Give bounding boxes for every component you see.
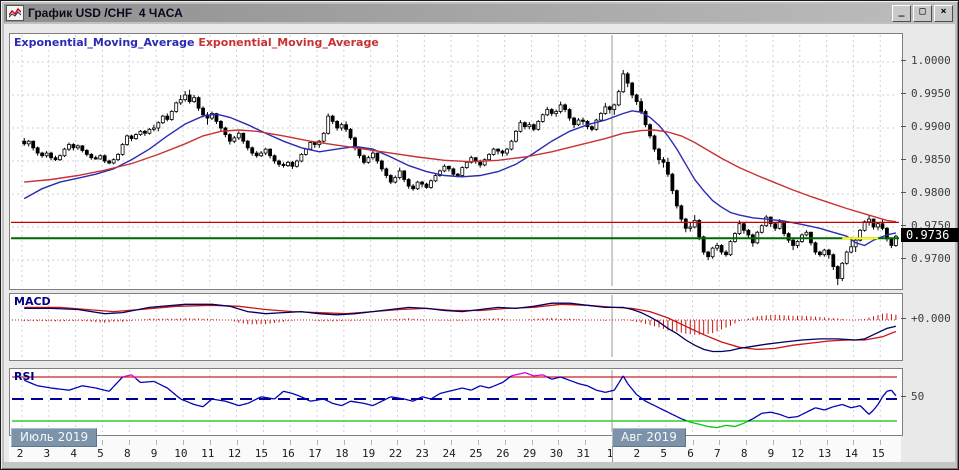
macd-axis-tick bbox=[901, 318, 906, 319]
date-axis-tick bbox=[290, 440, 291, 445]
chart-app-icon bbox=[6, 5, 24, 21]
date-label: 1 bbox=[599, 447, 621, 460]
date-axis-tick bbox=[344, 440, 345, 445]
date-label: 29 bbox=[519, 447, 541, 460]
rsi-chart bbox=[10, 369, 900, 433]
date-axis-tick bbox=[424, 440, 425, 445]
date-label: 14 bbox=[840, 447, 862, 460]
date-label: 3 bbox=[36, 447, 58, 460]
date-axis-tick bbox=[183, 440, 184, 445]
price-tick-label: 0.9850 bbox=[901, 153, 951, 166]
date-axis-tick bbox=[129, 440, 130, 445]
price-tick-label: 0.9700 bbox=[901, 252, 951, 265]
date-label: 15 bbox=[867, 447, 889, 460]
date-axis-tick bbox=[585, 440, 586, 445]
bottom-frame-band bbox=[4, 462, 955, 468]
close-button[interactable]: × bbox=[934, 5, 953, 22]
date-label: 26 bbox=[492, 447, 514, 460]
date-label: 12 bbox=[787, 447, 809, 460]
date-label: 7 bbox=[706, 447, 728, 460]
rsi-axis-value: 50 bbox=[901, 390, 924, 403]
price-tick-label: 0.9950 bbox=[901, 87, 951, 100]
date-axis-tick bbox=[451, 440, 452, 445]
date-axis-tick bbox=[853, 440, 854, 445]
date-label: 9 bbox=[143, 447, 165, 460]
date-axis-tick bbox=[210, 440, 211, 445]
date-label: 6 bbox=[680, 447, 702, 460]
maximize-button[interactable]: □ bbox=[913, 5, 932, 22]
current-price-tag: 0.9736 bbox=[901, 228, 959, 242]
rsi-panel[interactable]: RSI bbox=[9, 368, 903, 436]
date-label: 17 bbox=[304, 447, 326, 460]
minimize-button[interactable]: _ bbox=[892, 5, 911, 22]
date-label: 16 bbox=[277, 447, 299, 460]
date-axis-tick bbox=[371, 440, 372, 445]
date-axis-tick bbox=[719, 440, 720, 445]
macd-chart bbox=[10, 294, 900, 358]
date-axis-tick bbox=[263, 440, 264, 445]
rsi-title: RSI bbox=[14, 370, 35, 383]
date-label: 22 bbox=[384, 447, 406, 460]
date-axis-tick bbox=[102, 440, 103, 445]
date-label: 2 bbox=[9, 447, 31, 460]
date-label: 12 bbox=[224, 447, 246, 460]
price-tick-label: 1.0000 bbox=[901, 54, 951, 67]
date-label: 24 bbox=[438, 447, 460, 460]
macd-title: MACD bbox=[14, 295, 51, 308]
candlestick-chart bbox=[10, 34, 900, 287]
chart-content: Exponential_Moving_Average Exponential_M… bbox=[4, 24, 955, 466]
indicator-legend: Exponential_Moving_Average Exponential_M… bbox=[14, 36, 379, 49]
date-axis-tick bbox=[746, 440, 747, 445]
month-badge-august: Авг 2019 bbox=[612, 428, 686, 447]
date-label: 5 bbox=[653, 447, 675, 460]
date-label: 8 bbox=[733, 447, 755, 460]
price-tick-label: 0.9900 bbox=[901, 120, 951, 133]
date-axis-tick bbox=[156, 440, 157, 445]
date-label: 25 bbox=[465, 447, 487, 460]
date-axis-tick bbox=[397, 440, 398, 445]
window-titlebar[interactable]: График USD /CHF 4 ЧАСА _ □ × bbox=[4, 4, 955, 22]
price-axis: 1.00000.99500.99000.98500.98000.97500.97… bbox=[901, 24, 957, 324]
window-title: График USD /CHF 4 ЧАСА bbox=[28, 6, 890, 20]
macd-panel[interactable]: MACD bbox=[9, 293, 903, 361]
date-label: 30 bbox=[545, 447, 567, 460]
date-axis-tick bbox=[237, 440, 238, 445]
month-badge-july: Июль 2019 bbox=[11, 428, 97, 447]
ema-slow-legend: Exponential_Moving_Average bbox=[198, 36, 378, 49]
macd-axis-value: +0.000 bbox=[901, 312, 951, 325]
date-label: 10 bbox=[170, 447, 192, 460]
date-label: 4 bbox=[63, 447, 85, 460]
date-label: 8 bbox=[116, 447, 138, 460]
date-axis-tick bbox=[478, 440, 479, 445]
chart-window: График USD /CHF 4 ЧАСА _ □ × Exponential… bbox=[0, 0, 959, 470]
date-label: 2 bbox=[626, 447, 648, 460]
ema-fast-legend: Exponential_Moving_Average bbox=[14, 36, 194, 49]
date-axis-tick bbox=[800, 440, 801, 445]
date-axis-tick bbox=[505, 440, 506, 445]
date-label: 5 bbox=[89, 447, 111, 460]
date-axis-tick bbox=[827, 440, 828, 445]
date-label: 11 bbox=[197, 447, 219, 460]
date-axis-tick bbox=[317, 440, 318, 445]
date-label: 15 bbox=[250, 447, 272, 460]
date-axis-tick bbox=[558, 440, 559, 445]
date-label: 23 bbox=[411, 447, 433, 460]
date-label: 19 bbox=[358, 447, 380, 460]
price-tick-label: 0.9800 bbox=[901, 186, 951, 199]
date-label: 9 bbox=[760, 447, 782, 460]
price-chart-panel[interactable]: Exponential_Moving_Average Exponential_M… bbox=[9, 33, 903, 290]
date-label: 13 bbox=[814, 447, 836, 460]
date-label: 18 bbox=[331, 447, 353, 460]
date-label: 31 bbox=[572, 447, 594, 460]
date-axis-tick bbox=[880, 440, 881, 445]
date-axis: 2345891011121516171819222324252629303112… bbox=[9, 436, 901, 462]
date-axis-tick bbox=[693, 440, 694, 445]
date-axis-tick bbox=[532, 440, 533, 445]
date-axis-tick bbox=[773, 440, 774, 445]
rsi-axis-tick bbox=[901, 396, 906, 397]
